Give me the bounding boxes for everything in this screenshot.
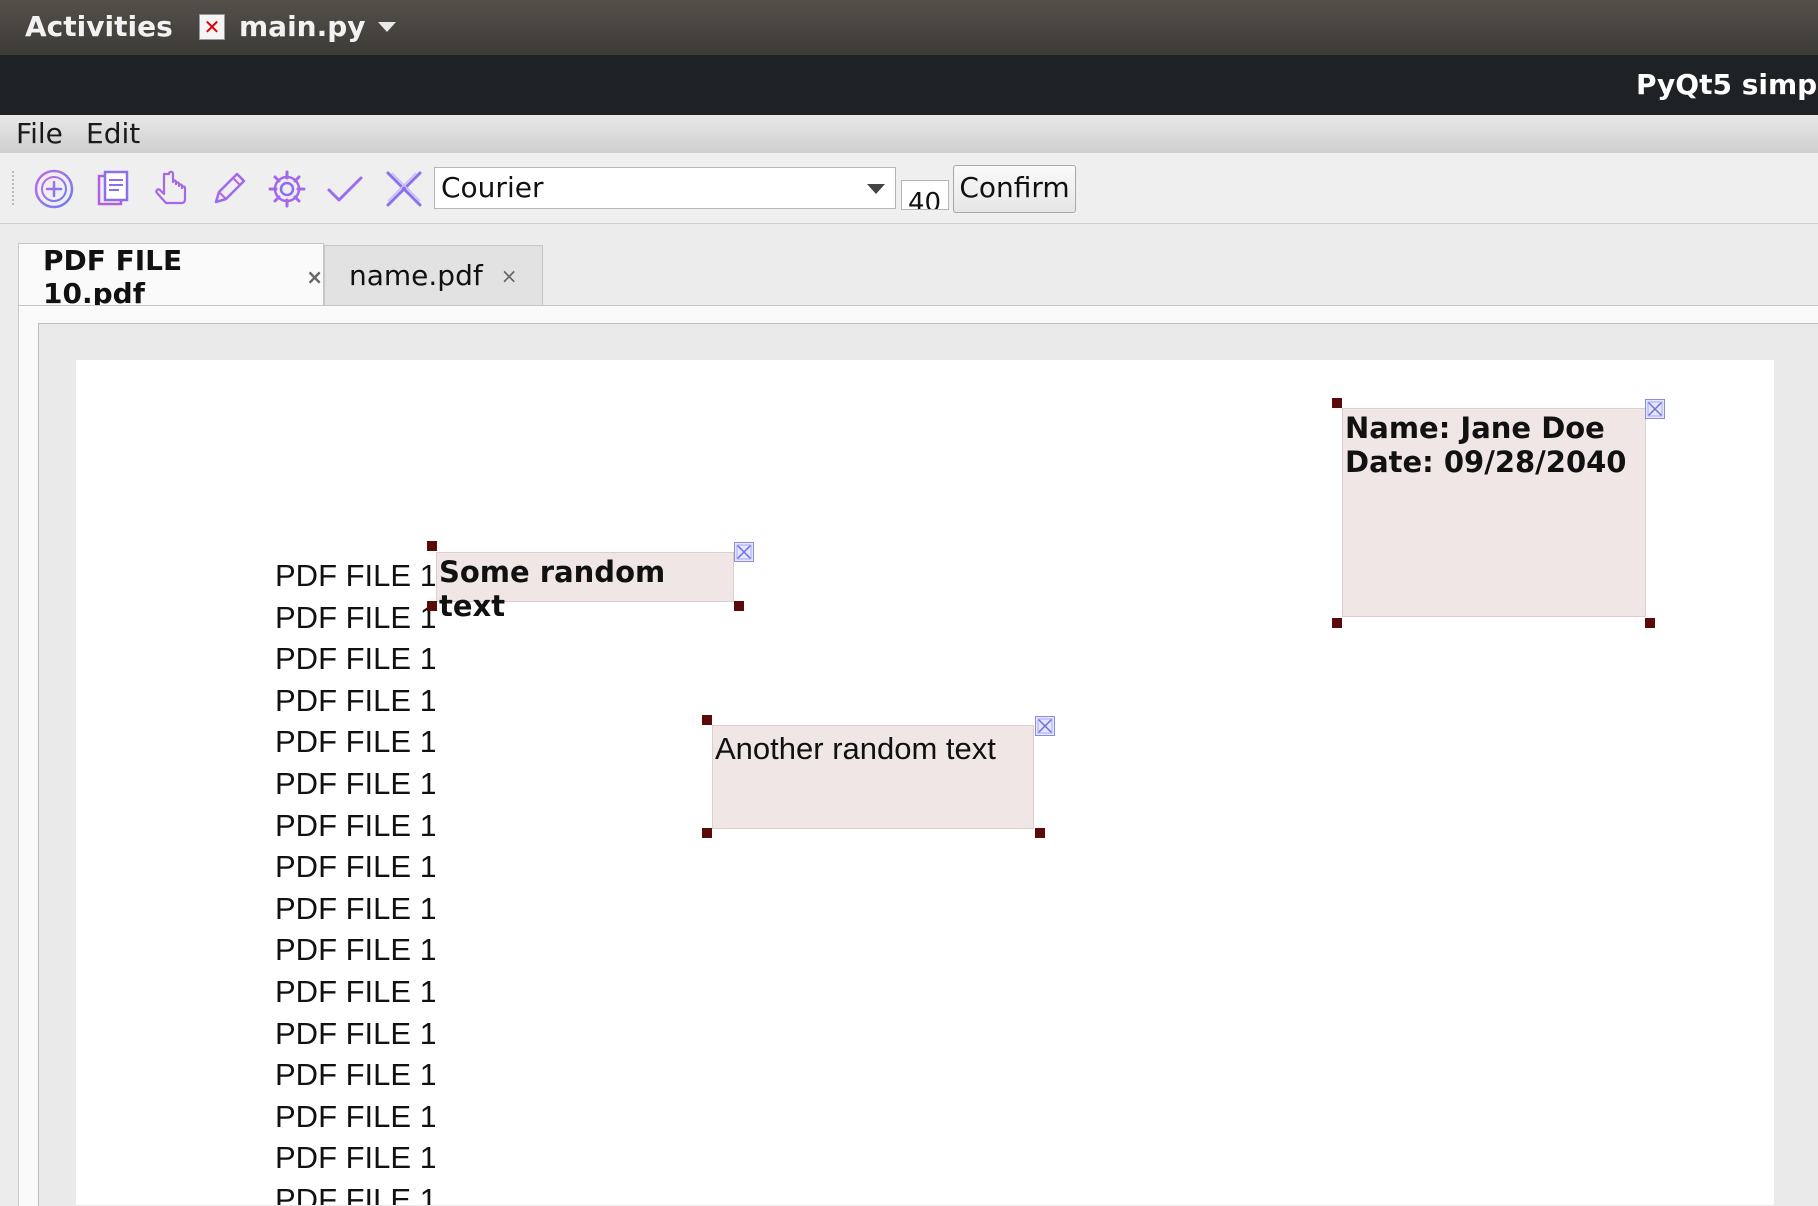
activities-button[interactable]: Activities: [25, 10, 173, 43]
window-titlebar: PyQt5 simple: [0, 55, 1818, 115]
pencil-icon[interactable]: [206, 166, 252, 212]
confirm-button[interactable]: Confirm: [953, 165, 1076, 213]
text-annotation-name-date[interactable]: Name: Jane Doe Date: 09/28/2040: [1342, 408, 1646, 617]
text-annotation-another-random[interactable]: Another random text: [712, 725, 1034, 829]
resize-handle[interactable]: [427, 541, 437, 551]
pdf-text-line: PDF FILE 1: [275, 1181, 435, 1205]
resize-handle[interactable]: [734, 601, 744, 611]
toolbar-grip[interactable]: [12, 171, 18, 205]
pdf-text-line: PDF FILE 1: [275, 1015, 435, 1051]
annotation-date-line: Date: 09/28/2040: [1345, 445, 1627, 479]
document-icon[interactable]: [89, 166, 135, 212]
add-circle-icon[interactable]: [31, 166, 77, 212]
close-icon[interactable]: ×: [306, 265, 323, 289]
close-icon[interactable]: ×: [501, 264, 518, 288]
app-menu[interactable]: ✕ main.py: [199, 10, 396, 43]
text-annotation-some-random[interactable]: Some random text: [436, 552, 734, 623]
font-select[interactable]: Courier: [434, 167, 896, 209]
tab-name-pdf[interactable]: name.pdf ×: [324, 245, 543, 305]
window-title: PyQt5 simple: [1636, 68, 1818, 101]
close-icon[interactable]: [1035, 716, 1055, 736]
checkmark-icon[interactable]: [322, 166, 368, 212]
tab-pdf-file-10[interactable]: PDF FILE 10.pdf ×: [18, 243, 324, 310]
menu-file[interactable]: File: [16, 117, 63, 150]
annotation-name-line: Name: Jane Doe: [1345, 411, 1605, 445]
chevron-down-icon: [377, 21, 396, 32]
pdf-text-line: PDF FILE 1: [275, 1057, 435, 1093]
resize-handle[interactable]: [427, 601, 437, 611]
pdf-text-line: PDF FILE 1: [275, 1098, 435, 1134]
pdf-text-line: PDF FILE 1: [275, 599, 435, 635]
annotation-text: Another random text: [715, 731, 996, 766]
pdf-text-line: PDF FILE 1: [275, 890, 435, 926]
pdf-text-line: PDF FILE 1: [275, 973, 435, 1009]
resize-handle[interactable]: [1035, 828, 1045, 838]
pdf-text-line: PDF FILE 1: [275, 765, 435, 801]
gear-icon[interactable]: [264, 166, 310, 212]
resize-handle[interactable]: [1332, 618, 1342, 628]
close-icon[interactable]: [1645, 399, 1665, 419]
menu-bar: File Edit: [0, 115, 1818, 153]
pdf-text-line: PDF FILE 1: [275, 849, 435, 885]
pdf-text-line: PDF FILE 1: [275, 558, 435, 593]
font-select-value: Courier: [441, 171, 544, 204]
font-size-spinbox[interactable]: 40: [901, 180, 949, 210]
tab-label: PDF FILE 10.pdf: [43, 243, 183, 310]
pdf-text-line: PDF FILE 1: [275, 807, 435, 843]
resize-handle[interactable]: [702, 828, 712, 838]
resize-handle[interactable]: [1645, 618, 1655, 628]
hand-pointer-icon[interactable]: [148, 166, 194, 212]
cross-icon[interactable]: [381, 166, 427, 212]
pdf-text-line: PDF FILE 1: [275, 1140, 435, 1176]
toolbar: Courier 40 Confirm: [0, 153, 1818, 224]
pdf-text-line: PDF FILE 1: [275, 932, 435, 968]
menu-edit[interactable]: Edit: [86, 117, 140, 150]
pdf-text-line: PDF FILE 1: [275, 682, 435, 718]
app-name: main.py: [239, 10, 366, 43]
pdf-text-line: PDF FILE 1: [275, 641, 435, 677]
tab-label: name.pdf: [349, 259, 483, 292]
pdf-text-line: PDF FILE 1: [275, 724, 435, 760]
pdf-text-block: PDF FILE 1 PDF FILE 1 PDF FILE 1 PDF FIL…: [275, 555, 435, 1205]
top-bar: Activities ✕ main.py: [0, 0, 1818, 55]
app-icon: ✕: [199, 13, 225, 40]
close-icon[interactable]: [734, 542, 754, 562]
dropdown-arrow-icon[interactable]: [867, 184, 885, 194]
resize-handle[interactable]: [702, 715, 712, 725]
font-size-value: 40: [908, 188, 942, 210]
resize-handle[interactable]: [1332, 398, 1342, 408]
